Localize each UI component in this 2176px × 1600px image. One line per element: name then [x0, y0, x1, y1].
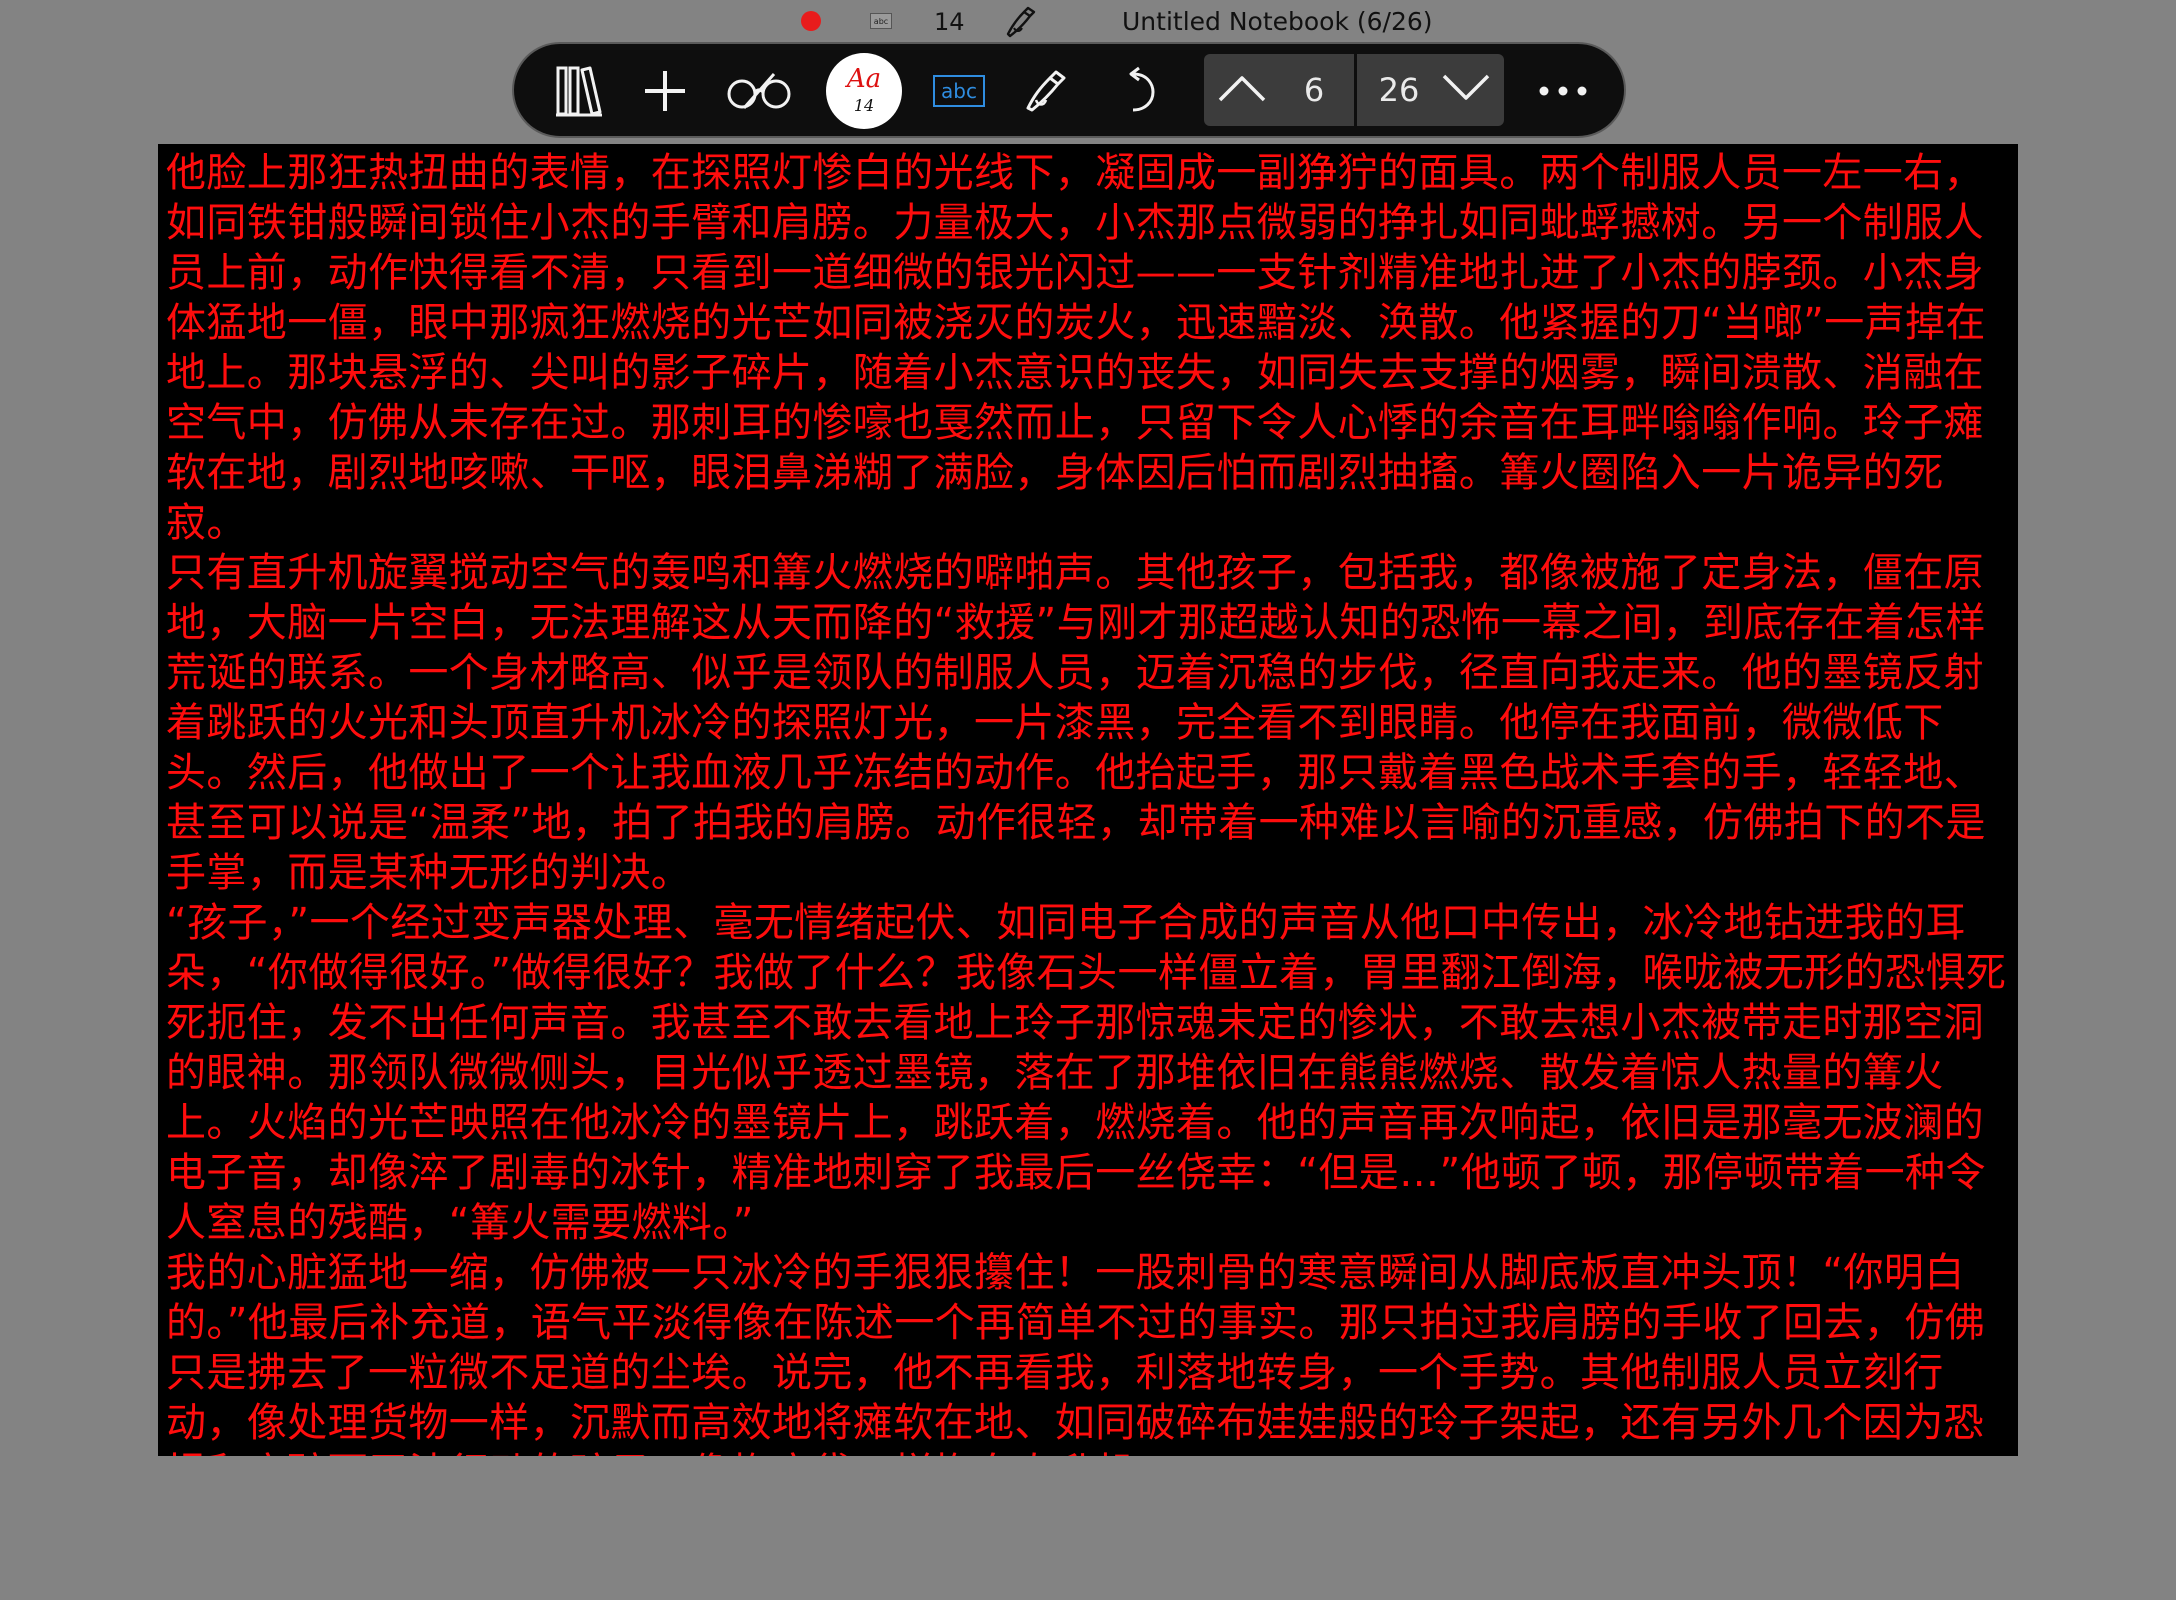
reader-toolbar: Aa 14 abc 6 26 [512, 42, 1626, 138]
page-navigator: 6 26 [1204, 54, 1504, 126]
undo-button[interactable] [1104, 56, 1174, 126]
notebook-page[interactable]: 他脸上那狂热扭曲的表情，在探照灯惨白的光线下，凝固成一副狰狞的面具。两个制服人员… [158, 144, 2018, 1456]
status-font-size: 14 [934, 8, 965, 36]
chevron-down-icon [1441, 73, 1491, 107]
paragraph: “孩子，”一个经过变声器处理、毫无情绪起伏、如同电子合成的声音从他口中传出，冰冷… [166, 900, 2007, 1246]
status-bar: abc 14 Untitled Notebook (6/26) [0, 0, 2176, 44]
current-page-number[interactable]: 6 [1282, 54, 1346, 126]
page-text[interactable]: 他脸上那狂热扭曲的表情，在探照灯惨白的光线下，凝固成一副狰狞的面具。两个制服人员… [166, 148, 2012, 1456]
library-button[interactable] [544, 56, 614, 126]
read-mode-button[interactable] [724, 56, 794, 126]
pen-icon [1002, 4, 1038, 40]
add-page-button[interactable] [630, 56, 700, 126]
paragraph: 他脸上那狂热扭曲的表情，在探照灯惨白的光线下，凝固成一副狰狞的面具。两个制服人员… [166, 150, 1986, 546]
undo-icon [1119, 66, 1159, 116]
paragraph: 只有直升机旋翼搅动空气的轰鸣和篝火燃烧的噼啪声。其他孩子，包括我，都像被施了定身… [166, 550, 1986, 896]
pen-icon [1020, 66, 1070, 116]
previous-page-button[interactable] [1212, 60, 1272, 120]
notebook-title: Untitled Notebook (6/26) [1122, 7, 1433, 36]
total-page-count: 26 [1378, 71, 1420, 109]
next-page-button[interactable] [1436, 60, 1496, 120]
pager-divider [1354, 54, 1357, 126]
more-icon [1538, 85, 1588, 97]
more-options-button[interactable] [1528, 56, 1598, 126]
font-settings-button[interactable]: Aa 14 [826, 53, 902, 129]
font-sample-label: Aa [846, 64, 882, 94]
glasses-icon [724, 68, 794, 114]
input-mode-icon: abc [870, 13, 892, 29]
chevron-up-icon [1217, 73, 1267, 107]
abc-icon: abc [933, 75, 985, 107]
text-mode-button[interactable]: abc [924, 56, 994, 126]
plus-icon [642, 68, 688, 114]
font-size-label: 14 [853, 96, 875, 115]
record-dot-icon[interactable] [801, 11, 821, 31]
library-icon [554, 64, 604, 118]
pen-tool-button[interactable] [1010, 56, 1080, 126]
paragraph: 我的心脏猛地一缩，仿佛被一只冰冷的手狠狠攥住！一股刺骨的寒意瞬间从脚底板直冲头顶… [166, 1250, 1986, 1456]
